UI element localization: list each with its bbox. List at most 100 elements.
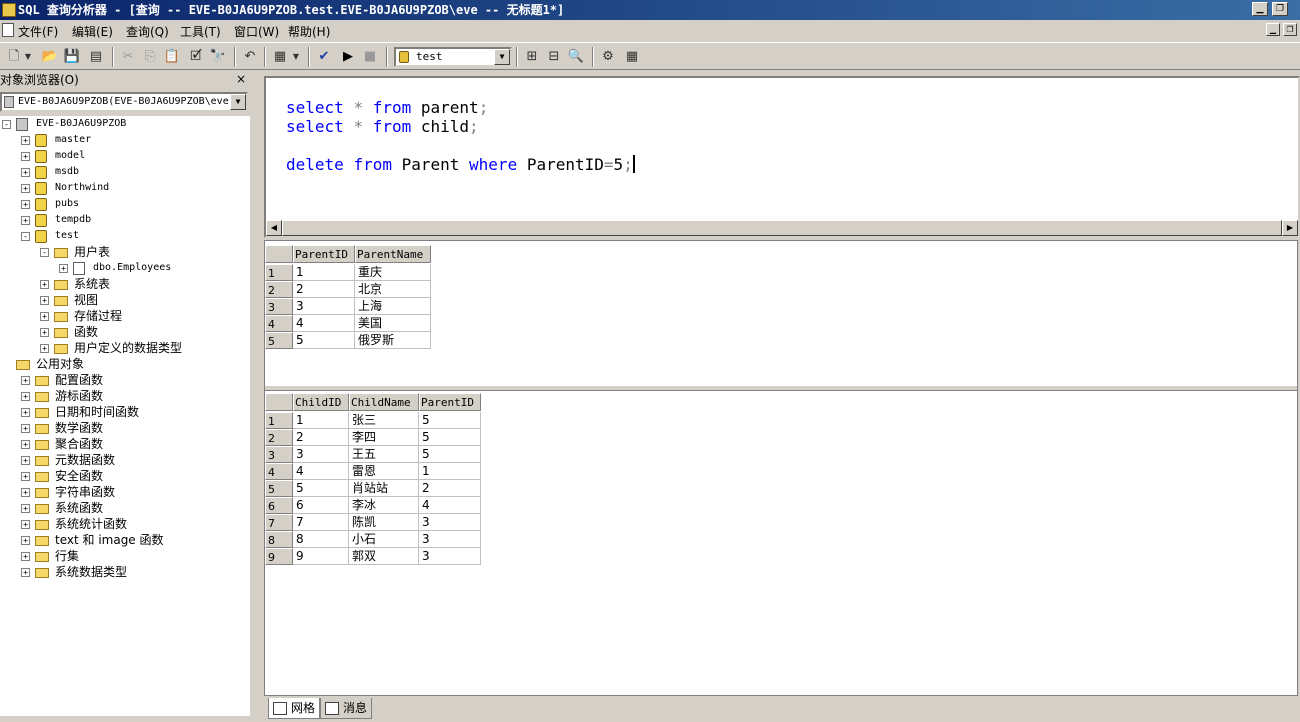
menu-edit[interactable]: 编辑(E)	[72, 23, 113, 40]
row-number[interactable]: 2	[265, 429, 293, 446]
database-select[interactable]: test ▼	[394, 47, 512, 67]
grid-cell[interactable]: 5	[419, 429, 481, 446]
grid-cell[interactable]: 8	[293, 531, 349, 548]
grid-cell[interactable]: 1	[293, 264, 355, 281]
expand-icon[interactable]: +	[40, 280, 49, 289]
show-plan-icon[interactable]: 🔍	[566, 47, 586, 67]
column-header[interactable]: ParentID	[419, 393, 481, 411]
mdi-minimize-icon[interactable]: ▁	[1266, 23, 1280, 36]
tree-node[interactable]: + master	[0, 132, 250, 148]
code-line[interactable]: delete from Parent where ParentID=5;	[286, 155, 635, 174]
tree-node[interactable]: + 系统数据类型	[0, 564, 250, 580]
tree-node[interactable]: - test	[0, 228, 250, 244]
tree-node[interactable]: + 安全函数	[0, 468, 250, 484]
grid-corner[interactable]	[265, 245, 293, 263]
expand-icon[interactable]: +	[21, 136, 30, 145]
grid-cell[interactable]: 9	[293, 548, 349, 565]
expand-icon[interactable]: +	[40, 328, 49, 337]
copy-icon[interactable]: ⎘	[140, 47, 160, 67]
code-line[interactable]: select * from child;	[286, 117, 479, 136]
pane-splitter[interactable]	[252, 71, 262, 722]
grid-icon[interactable]: ▦	[622, 47, 642, 67]
server-combo[interactable]: EVE-B0JA6U9PZOB(EVE-B0JA6U9PZOB\eve) ▼	[0, 92, 248, 112]
stop-icon[interactable]: ■	[360, 47, 380, 67]
tree-node[interactable]: + model	[0, 148, 250, 164]
column-header[interactable]: ChildName	[349, 393, 419, 411]
grid-cell[interactable]: 重庆	[355, 264, 431, 281]
expand-icon[interactable]: +	[21, 536, 30, 545]
grid-splitter[interactable]	[265, 385, 1297, 391]
mdi-restore-icon[interactable]: ❐	[1283, 23, 1297, 36]
grid-cell[interactable]: 3	[419, 531, 481, 548]
tree-node[interactable]: + 用户定义的数据类型	[0, 340, 250, 356]
expand-icon[interactable]: +	[21, 392, 30, 401]
collapse-icon[interactable]: -	[2, 120, 11, 129]
clear-icon[interactable]: 🗹	[186, 47, 206, 67]
menu-query[interactable]: 查询(Q)	[126, 23, 169, 40]
expand-icon[interactable]: +	[59, 264, 68, 273]
chevron-down-icon[interactable]: ▼	[230, 94, 246, 110]
expand-icon[interactable]: +	[21, 184, 30, 193]
grid-cell[interactable]: 北京	[355, 281, 431, 298]
tree-node[interactable]: + 行集	[0, 548, 250, 564]
close-icon[interactable]: ×	[234, 72, 248, 86]
grid-cell[interactable]: 6	[293, 497, 349, 514]
tree-node[interactable]: + 视图	[0, 292, 250, 308]
expand-icon[interactable]: +	[21, 216, 30, 225]
grid-cell[interactable]: 陈凯	[349, 514, 419, 531]
row-number[interactable]: 1	[265, 412, 293, 429]
expand-icon[interactable]: +	[40, 296, 49, 305]
expand-icon[interactable]: +	[21, 440, 30, 449]
grid-cell[interactable]: 4	[293, 315, 355, 332]
column-header[interactable]: ParentName	[355, 245, 431, 263]
expand-icon[interactable]: +	[21, 152, 30, 161]
grid-cell[interactable]: 小石	[349, 531, 419, 548]
row-number[interactable]: 7	[265, 514, 293, 531]
chevron-down-icon[interactable]: ▼	[494, 49, 510, 65]
minimize-icon[interactable]: ▁	[1252, 2, 1268, 16]
grid-cell[interactable]: 1	[293, 412, 349, 429]
grid-cell[interactable]: 4	[293, 463, 349, 480]
expand-icon[interactable]: +	[21, 488, 30, 497]
tree-node[interactable]: + 函数	[0, 324, 250, 340]
grid-cell[interactable]: 雷恩	[349, 463, 419, 480]
expand-icon[interactable]: +	[21, 520, 30, 529]
column-header[interactable]: ParentID	[293, 245, 355, 263]
expand-icon[interactable]: +	[21, 168, 30, 177]
tab-messages[interactable]: 消息	[320, 698, 372, 719]
new-query-icon[interactable]: 🗋	[4, 47, 24, 67]
grid-corner[interactable]	[265, 393, 293, 411]
tree-node[interactable]: + 配置函数	[0, 372, 250, 388]
tree-node[interactable]: + 字符串函数	[0, 484, 250, 500]
tree-node[interactable]: 公用对象	[0, 356, 250, 372]
expand-icon[interactable]: +	[21, 504, 30, 513]
grid-cell[interactable]: 李冰	[349, 497, 419, 514]
tree-node[interactable]: + 系统表	[0, 276, 250, 292]
collapse-icon[interactable]: -	[40, 248, 49, 257]
grid-cell[interactable]: 7	[293, 514, 349, 531]
insert-template-icon[interactable]: ▤	[86, 47, 106, 67]
grid-cell[interactable]: 3	[419, 548, 481, 565]
execute-icon[interactable]: ▶	[338, 47, 358, 67]
menu-file[interactable]: 文件(F)	[18, 23, 58, 40]
grid-cell[interactable]: 上海	[355, 298, 431, 315]
grid-cell[interactable]: 3	[293, 298, 355, 315]
expand-icon[interactable]: +	[40, 312, 49, 321]
grid-cell[interactable]: 肖站站	[349, 480, 419, 497]
tree-node[interactable]: + 数学函数	[0, 420, 250, 436]
scroll-left-icon[interactable]: ◀	[266, 220, 282, 236]
undo-icon[interactable]: ↶	[240, 47, 260, 67]
column-header[interactable]: ChildID	[293, 393, 349, 411]
row-number[interactable]: 4	[265, 315, 293, 332]
tree-node[interactable]: + 系统函数	[0, 500, 250, 516]
row-number[interactable]: 6	[265, 497, 293, 514]
grid-cell[interactable]: 郭双	[349, 548, 419, 565]
grid-cell[interactable]: 1	[419, 463, 481, 480]
row-number[interactable]: 4	[265, 463, 293, 480]
grid-cell[interactable]: 王五	[349, 446, 419, 463]
expand-icon[interactable]: +	[21, 408, 30, 417]
row-number[interactable]: 5	[265, 480, 293, 497]
cut-icon[interactable]: ✂	[118, 47, 138, 67]
tab-grid[interactable]: 网格	[268, 698, 320, 719]
code-line[interactable]: select * from parent;	[286, 98, 488, 117]
